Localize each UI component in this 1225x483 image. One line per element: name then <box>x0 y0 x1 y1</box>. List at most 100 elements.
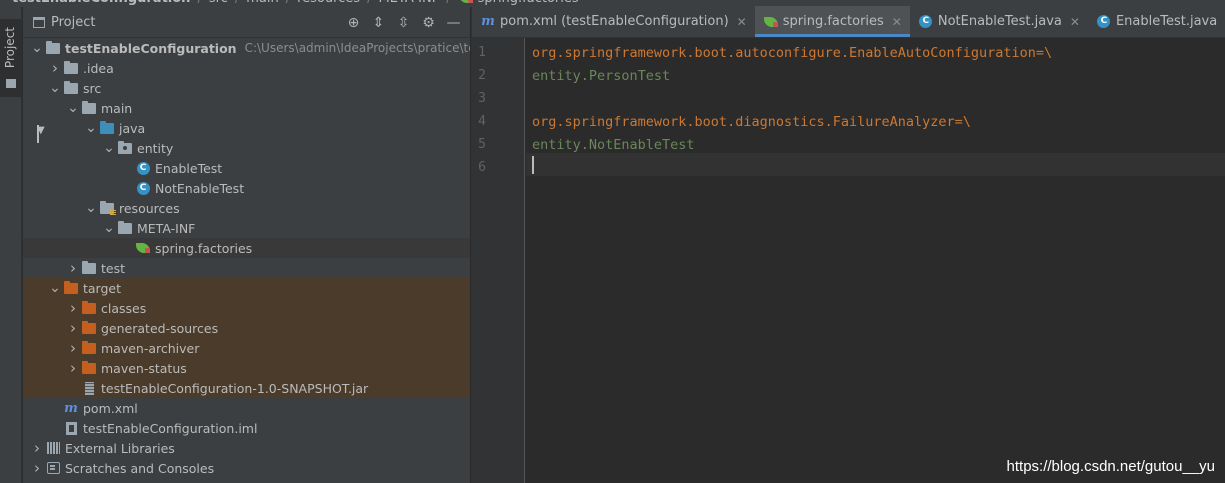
tree-node[interactable]: ⌄ target <box>23 278 470 298</box>
folder-icon <box>63 60 79 75</box>
tree-node[interactable]: C NotEnableTest <box>23 178 470 198</box>
tree-node[interactable]: › maven-status <box>23 358 470 378</box>
project-tool-button[interactable]: Project <box>0 19 22 97</box>
property-value: entity.NotEnableTest <box>532 137 695 153</box>
tree-node[interactable]: ⌄ src <box>23 78 470 98</box>
tree-node-label: spring.factories <box>155 240 253 256</box>
chevron-right-icon[interactable]: › <box>65 359 81 377</box>
close-icon[interactable]: ✕ <box>737 15 747 29</box>
chevron-down-icon[interactable]: ⌄ <box>47 281 63 295</box>
excluded-folder-icon <box>81 320 97 335</box>
folder-icon <box>81 100 97 115</box>
tree-node[interactable]: testEnableConfiguration.iml <box>23 418 470 438</box>
editor-tab[interactable]: m pom.xml (testEnableConfiguration) ✕ <box>472 6 755 37</box>
tree-node[interactable]: ⌄ META-INF <box>23 218 470 238</box>
code-area[interactable]: org.springframework.boot.autoconfigure.E… <box>526 38 1225 483</box>
chevron-down-icon[interactable]: ⌄ <box>65 101 81 115</box>
tree-node-label: entity <box>137 140 174 156</box>
chevron-down-icon[interactable]: ⌄ <box>101 221 117 235</box>
close-icon[interactable]: ✕ <box>1070 15 1080 29</box>
editor-tab[interactable]: C NotEnableTest.java ✕ <box>910 6 1088 37</box>
tree-node[interactable]: ⌄ entity <box>23 138 470 158</box>
line-number: 5 <box>478 137 486 152</box>
breadcrumb-separator: / <box>286 0 290 6</box>
libraries-icon <box>45 441 61 455</box>
breadcrumb-item[interactable]: main <box>246 0 278 6</box>
close-icon[interactable]: ✕ <box>892 15 902 29</box>
tree-node-label: testEnableConfiguration-1.0-SNAPSHOT.jar <box>101 380 369 396</box>
tree-node[interactable]: ⌄ resources <box>23 198 470 218</box>
chevron-right-icon[interactable]: › <box>65 339 81 357</box>
tree-node[interactable]: › test <box>23 258 470 278</box>
tree-node[interactable]: ⌄ testEnableConfiguration C:\Users\admin\I… <box>23 38 470 58</box>
tree-node-label: NotEnableTest <box>155 180 245 196</box>
breadcrumb-separator: / <box>367 0 371 6</box>
tree-node[interactable]: C EnableTest <box>23 158 470 178</box>
tree-node[interactable]: testEnableConfiguration-1.0-SNAPSHOT.jar <box>23 378 470 398</box>
code-line: entity.PersonTest <box>532 68 670 84</box>
tree-node-label: testEnableConfiguration <box>65 40 237 56</box>
chevron-down-icon[interactable]: ⌄ <box>83 201 99 215</box>
settings-gear-icon[interactable]: ⚙ <box>416 15 441 31</box>
class-icon: C <box>135 161 151 175</box>
class-icon: C <box>135 181 151 195</box>
tree-node[interactable]: › maven-archiver <box>23 338 470 358</box>
breadcrumb-item[interactable]: testEnableConfiguration <box>12 0 190 6</box>
chevron-down-icon[interactable]: ⌄ <box>29 41 45 55</box>
excluded-folder-icon <box>81 300 97 315</box>
chevron-right-icon[interactable]: › <box>47 59 63 77</box>
chevron-right-icon[interactable]: › <box>65 299 81 317</box>
source-folder-icon <box>99 120 115 135</box>
spring-icon <box>135 241 151 255</box>
current-line-highlight <box>526 153 1225 176</box>
tree-node[interactable]: › classes <box>23 298 470 318</box>
tree-node[interactable]: › Scratches and Consoles <box>23 458 470 478</box>
chevron-right-icon[interactable]: › <box>65 259 81 277</box>
breadcrumb-item[interactable]: src <box>209 0 228 6</box>
tree-node[interactable]: spring.factories <box>23 238 470 258</box>
chevron-right-icon[interactable]: › <box>65 319 81 337</box>
folder-icon <box>6 79 16 88</box>
class-icon: C <box>918 15 934 29</box>
expand-all-icon[interactable]: ⇕ <box>366 15 391 31</box>
folder-icon <box>63 80 79 95</box>
breadcrumb-item[interactable]: META-INF <box>378 0 439 6</box>
chevron-down-icon[interactable]: ⌄ <box>101 141 117 155</box>
excluded-folder-icon <box>81 340 97 355</box>
chevron-right-icon[interactable]: › <box>29 439 45 457</box>
tree-node-label: generated-sources <box>101 320 219 336</box>
class-icon: C <box>1096 15 1112 29</box>
tree-node-label: test <box>101 260 126 276</box>
tree-node[interactable]: ⌄ main <box>23 98 470 118</box>
tree-node[interactable]: › .idea <box>23 58 470 78</box>
excluded-folder-icon <box>81 360 97 375</box>
tree-node[interactable]: › External Libraries <box>23 438 470 458</box>
tree-node[interactable]: ⌄ java <box>23 118 470 138</box>
project-view-selector[interactable]: Project <box>51 15 95 30</box>
tree-node-label: resources <box>119 200 180 216</box>
breadcrumb-item[interactable]: resources <box>297 0 360 6</box>
breadcrumb-item[interactable]: spring.factories <box>478 0 579 6</box>
editor-tab-label: spring.factories <box>782 14 884 29</box>
code-line: org.springframework.boot.autoconfigure.E… <box>532 45 1052 61</box>
project-tree: ⌄ testEnableConfiguration C:\Users\admin\I… <box>23 38 470 478</box>
locate-icon[interactable]: ⊕ <box>341 15 366 31</box>
tree-node-label: main <box>101 100 133 116</box>
tree-node-label: pom.xml <box>83 400 138 416</box>
tree-node[interactable]: m pom.xml <box>23 398 470 418</box>
editor-tab[interactable]: spring.factories ✕ <box>754 6 911 37</box>
tree-node-path: C:\Users\admin\IdeaProjects\pratice\test… <box>244 41 470 55</box>
chevron-down-icon[interactable]: ⌄ <box>83 121 99 135</box>
collapse-all-icon[interactable]: ⇳ <box>391 15 416 31</box>
chevron-right-icon[interactable]: › <box>29 459 45 477</box>
chevron-down-icon[interactable]: ⌄ <box>47 81 63 95</box>
editor-tab[interactable]: CEnableTest.java✕ <box>1088 6 1225 37</box>
breadcrumb-separator: / <box>446 0 450 6</box>
module-folder-icon <box>45 40 61 55</box>
tree-node-label: classes <box>101 300 147 316</box>
hide-icon[interactable]: — <box>441 15 466 31</box>
tree-node-label: maven-status <box>101 360 187 376</box>
tree-node[interactable]: › generated-sources <box>23 318 470 338</box>
tree-node-label: EnableTest <box>155 160 223 176</box>
tree-node-label: External Libraries <box>65 440 175 456</box>
